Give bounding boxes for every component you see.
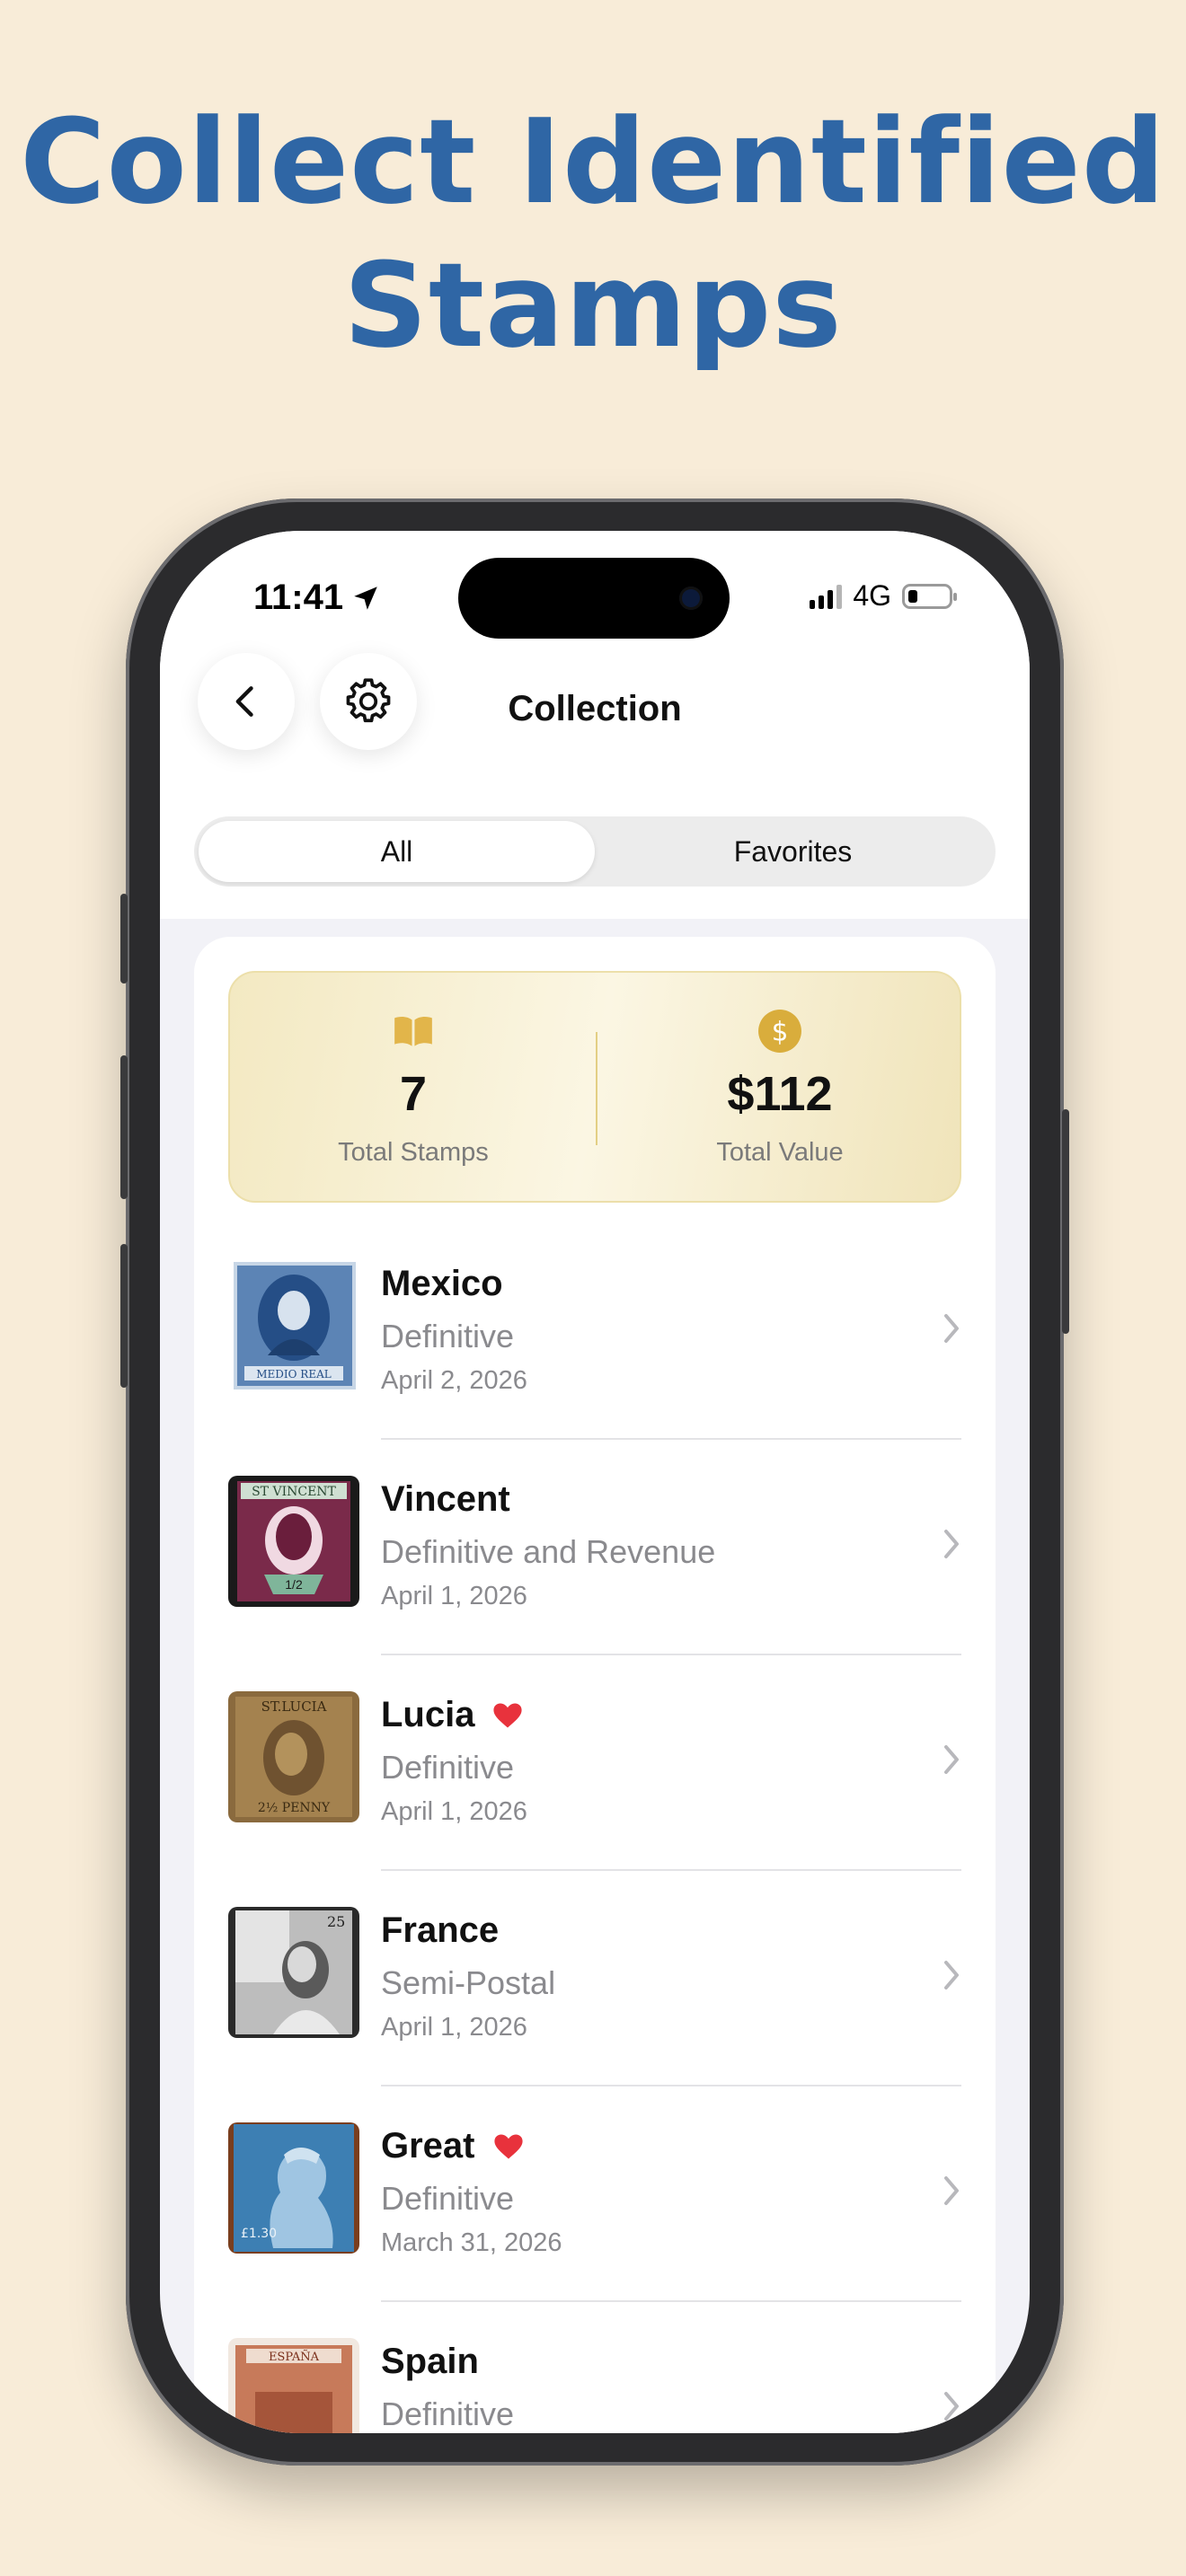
stamp-name-text: Vincent xyxy=(381,1479,510,1519)
stamp-thumbnail-great: £1.30 xyxy=(228,2122,359,2254)
stamp-thumbnail-lucia: ST.LUCIA 2½ PENNY xyxy=(228,1691,359,1822)
volume-up-button xyxy=(120,1055,128,1199)
collection-card: 7 Total Stamps $ $112 Total Value MEDIO … xyxy=(194,937,996,2433)
status-time: 11:41 xyxy=(253,578,381,618)
stamp-name: France xyxy=(381,1910,499,1951)
chevron-right-icon xyxy=(944,1314,959,1343)
chevron-right-icon xyxy=(944,1530,959,1558)
headline: Collect Identified Stamps xyxy=(0,90,1186,377)
battery-icon xyxy=(902,583,957,609)
stamp-thumbnail-france: 25 xyxy=(228,1907,359,2038)
stamp-type: Definitive xyxy=(381,1318,515,1354)
stamp-thumbnail-vincent: ST VINCENT 1/2 xyxy=(228,1476,359,1607)
svg-text:2½ PENNY: 2½ PENNY xyxy=(258,1801,331,1815)
headline-line-1: Collect Identified xyxy=(20,93,1166,230)
stamp-type: Definitive and Revenue xyxy=(381,1533,716,1570)
page-title: Collection xyxy=(508,689,682,728)
stamp-type: Definitive xyxy=(381,2395,515,2432)
svg-text:25: 25 xyxy=(327,1913,345,1930)
stamp-name: Spain xyxy=(381,2342,479,2382)
segment-favorites[interactable]: Favorites xyxy=(595,821,991,882)
dollar-glyph: $ xyxy=(772,1016,789,1046)
stamp-name-text: Spain xyxy=(381,2342,479,2381)
dollar-coin-icon: $ xyxy=(758,1010,801,1053)
stamp-date: April 1, 2026 xyxy=(381,2013,527,2042)
svg-text:ST.LUCIA: ST.LUCIA xyxy=(261,1698,327,1715)
svg-text:ESPAÑA: ESPAÑA xyxy=(269,2350,320,2364)
stamp-type: Definitive xyxy=(381,1749,515,1786)
phone-frame: 11:41 4G Collection All Favorites 7 Tota… xyxy=(120,498,1069,2466)
stamp-name-text: Lucia xyxy=(381,1695,475,1734)
stamp-name-text: France xyxy=(381,1910,500,1950)
stamp-date: April 1, 2026 xyxy=(381,1582,527,1610)
cellular-signal-icon xyxy=(810,584,843,609)
app-screen: 11:41 4G Collection All Favorites 7 Tota… xyxy=(160,531,1030,2433)
heart-icon xyxy=(493,2134,523,2158)
row-separator xyxy=(381,1869,961,1871)
stamp-type: Definitive xyxy=(381,2180,515,2217)
stat-total-stamps: 7 Total Stamps xyxy=(230,973,597,1204)
volume-down-button xyxy=(120,1244,128,1388)
dynamic-island xyxy=(458,558,730,639)
network-label: 4G xyxy=(853,579,891,612)
total-value-label: Total Value xyxy=(716,1138,844,1167)
stamp-row-lucia[interactable]: ST.LUCIA 2½ PENNY Lucia Definitive April… xyxy=(228,1668,996,1883)
power-button xyxy=(1062,1109,1069,1334)
stamp-name: Vincent xyxy=(381,1479,510,1520)
stamp-name: Great xyxy=(381,2126,524,2166)
svg-text:1/2: 1/2 xyxy=(285,1577,303,1592)
stamp-row-france[interactable]: 25 France Semi-Postal April 1, 2026 xyxy=(228,1883,996,2099)
front-camera xyxy=(679,587,703,610)
headline-line-2: Stamps xyxy=(343,237,843,374)
stamp-date: April 2, 2026 xyxy=(381,1366,527,1395)
action-button xyxy=(120,894,128,984)
stamp-row-great[interactable]: £1.30 Great Definitive March 31, 2026 xyxy=(228,2099,996,2315)
stat-total-value: $ $112 Total Value xyxy=(597,973,963,1204)
stamp-thumbnail-mexico: MEDIO REAL xyxy=(228,1260,359,1391)
location-arrow-icon xyxy=(354,586,377,610)
row-separator xyxy=(381,2085,961,2086)
stamp-name: Mexico xyxy=(381,1264,503,1304)
status-indicators: 4G xyxy=(810,579,957,613)
open-book-icon xyxy=(394,1017,432,1046)
row-separator xyxy=(381,2300,961,2302)
stamp-row-spain[interactable]: ESPAÑA Spain Definitive xyxy=(228,2315,996,2433)
chevron-right-icon xyxy=(944,1745,959,1774)
svg-text:MEDIO REAL: MEDIO REAL xyxy=(256,1368,332,1381)
stamp-name-text: Great xyxy=(381,2126,475,2166)
chevron-right-icon xyxy=(944,2392,959,2421)
segment-all[interactable]: All xyxy=(199,821,595,882)
status-time-text: 11:41 xyxy=(253,578,344,617)
stats-summary: 7 Total Stamps $ $112 Total Value xyxy=(228,971,961,1203)
stamp-name: Lucia xyxy=(381,1695,523,1735)
filter-segmented-control: All Favorites xyxy=(194,816,996,887)
stamp-thumbnail-spain: ESPAÑA xyxy=(228,2338,359,2433)
row-separator xyxy=(381,1438,961,1440)
total-value-value: $112 xyxy=(727,1067,833,1121)
stamp-row-mexico[interactable]: MEDIO REAL Mexico Definitive April 2, 20… xyxy=(228,1237,996,1452)
stamp-row-vincent[interactable]: ST VINCENT 1/2 Vincent Definitive and Re… xyxy=(228,1452,996,1668)
stamp-name-text: Mexico xyxy=(381,1264,503,1303)
row-separator xyxy=(381,1654,961,1655)
chevron-right-icon xyxy=(944,1961,959,1989)
total-stamps-label: Total Stamps xyxy=(338,1138,489,1167)
stamp-type: Semi-Postal xyxy=(381,1964,556,2001)
chevron-right-icon xyxy=(944,2176,959,2205)
svg-text:£1.30: £1.30 xyxy=(241,2227,277,2241)
stamp-date: March 31, 2026 xyxy=(381,2228,562,2257)
heart-icon xyxy=(493,1703,523,1727)
total-stamps-value: 7 xyxy=(399,1067,428,1121)
svg-text:ST VINCENT: ST VINCENT xyxy=(252,1485,336,1499)
stamp-date: April 1, 2026 xyxy=(381,1797,527,1826)
